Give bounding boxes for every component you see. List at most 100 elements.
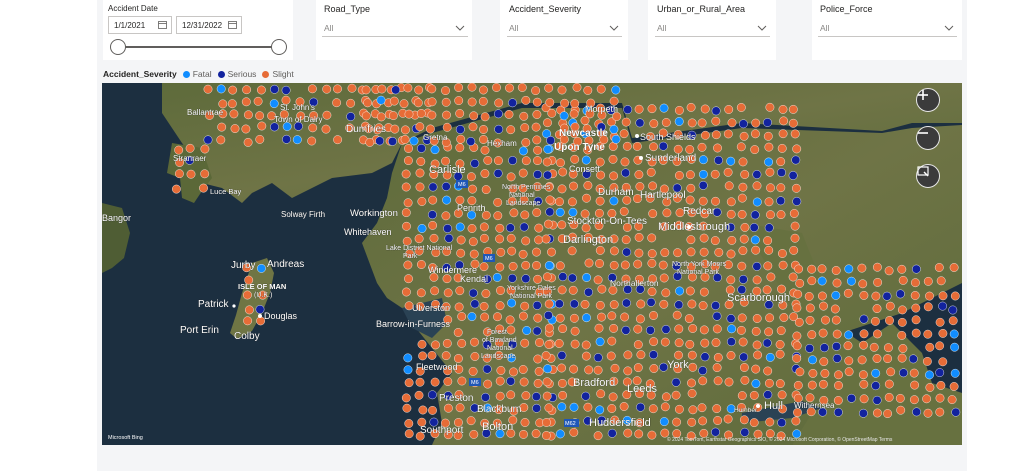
accident-point[interactable] — [609, 323, 618, 333]
accident-point[interactable] — [750, 235, 760, 245]
accident-point[interactable] — [469, 249, 479, 259]
accident-point[interactable] — [466, 137, 476, 146]
accident-point[interactable] — [778, 260, 788, 270]
accident-point[interactable] — [807, 380, 817, 390]
accident-point[interactable] — [281, 85, 291, 95]
accident-point[interactable] — [714, 155, 723, 165]
accident-point[interactable] — [698, 416, 707, 426]
accident-point[interactable] — [580, 299, 590, 309]
accident-point[interactable] — [519, 377, 529, 387]
accident-point[interactable] — [506, 233, 516, 243]
accident-point[interactable] — [872, 354, 882, 363]
accident-point[interactable] — [228, 85, 238, 95]
accident-point[interactable] — [255, 135, 265, 144]
accident-point[interactable] — [557, 351, 567, 360]
accident-point[interactable] — [740, 170, 750, 179]
accident-point[interactable] — [506, 390, 516, 400]
accident-point[interactable] — [509, 208, 519, 218]
accident-point[interactable] — [593, 365, 603, 375]
accident-point[interactable] — [175, 169, 184, 179]
accident-point[interactable] — [872, 395, 882, 405]
map-canvas[interactable]: Ballantrae St. John's Town of Dalry Dumf… — [102, 83, 962, 445]
accident-point[interactable] — [833, 407, 843, 417]
accident-point[interactable] — [480, 112, 490, 122]
accident-point[interactable] — [534, 235, 543, 245]
accident-point[interactable] — [712, 311, 722, 321]
accident-point[interactable] — [687, 378, 696, 388]
accident-point[interactable] — [404, 378, 414, 388]
accident-point[interactable] — [686, 235, 696, 245]
accident-point[interactable] — [712, 324, 722, 334]
accident-point[interactable] — [727, 337, 736, 347]
accident-point[interactable] — [533, 313, 543, 323]
accident-point[interactable] — [581, 351, 591, 361]
accident-point[interactable] — [634, 104, 644, 114]
accident-point[interactable] — [857, 355, 867, 365]
accident-point[interactable] — [361, 85, 371, 95]
accident-point[interactable] — [646, 325, 655, 335]
accident-point[interactable] — [506, 376, 516, 386]
accident-point[interactable] — [738, 274, 748, 284]
accident-point[interactable] — [610, 363, 620, 373]
accident-point[interactable] — [581, 391, 591, 401]
accident-point[interactable] — [805, 303, 815, 313]
accident-point[interactable] — [687, 118, 697, 128]
accident-point[interactable] — [925, 383, 935, 392]
accident-point[interactable] — [750, 145, 760, 154]
accident-point[interactable] — [686, 183, 696, 193]
accident-point[interactable] — [713, 353, 723, 362]
accident-point[interactable] — [241, 124, 251, 134]
accident-point[interactable] — [883, 409, 892, 418]
accident-point[interactable] — [807, 330, 817, 340]
accident-point[interactable] — [762, 338, 772, 348]
accident-point[interactable] — [649, 364, 659, 373]
accident-point[interactable] — [569, 299, 579, 309]
accident-point[interactable] — [518, 168, 528, 178]
accident-point[interactable] — [517, 83, 527, 92]
accident-point[interactable] — [609, 125, 619, 134]
accident-point[interactable] — [738, 337, 748, 347]
accident-point[interactable] — [520, 301, 530, 311]
accident-point[interactable] — [911, 328, 921, 338]
lasso-select-button[interactable] — [916, 164, 940, 188]
accident-point[interactable] — [332, 98, 342, 108]
accident-point[interactable] — [468, 366, 478, 376]
accident-point[interactable] — [427, 97, 437, 107]
legend-serious-label[interactable]: Serious — [228, 69, 257, 79]
accident-point[interactable] — [443, 288, 453, 298]
accident-point[interactable] — [752, 170, 762, 179]
accident-point[interactable] — [808, 368, 818, 378]
accident-point[interactable] — [885, 301, 895, 311]
accident-point[interactable] — [428, 405, 437, 415]
accident-point[interactable] — [521, 274, 531, 284]
accident-point[interactable] — [778, 129, 788, 139]
accident-point[interactable] — [938, 328, 948, 338]
accident-point[interactable] — [532, 97, 542, 107]
accident-point[interactable] — [885, 316, 894, 325]
accident-point[interactable] — [775, 349, 785, 359]
accident-point[interactable] — [375, 136, 385, 146]
accident-point[interactable] — [950, 291, 960, 301]
accident-point[interactable] — [859, 379, 869, 389]
accident-point[interactable] — [519, 429, 528, 439]
accident-point[interactable] — [923, 329, 933, 339]
accident-point[interactable] — [737, 325, 746, 335]
accident-point[interactable] — [795, 367, 805, 377]
accident-point[interactable] — [545, 195, 555, 205]
accident-point[interactable] — [819, 357, 829, 366]
accident-point[interactable] — [766, 272, 776, 282]
accident-point[interactable] — [455, 222, 465, 232]
accident-point[interactable] — [675, 286, 684, 296]
accident-point[interactable] — [543, 310, 553, 320]
accident-point[interactable] — [711, 338, 721, 348]
accident-point[interactable] — [544, 323, 554, 333]
accident-point[interactable] — [442, 110, 451, 120]
accident-point[interactable] — [699, 233, 709, 243]
accident-point[interactable] — [700, 338, 710, 348]
accident-point[interactable] — [660, 248, 670, 258]
accident-point[interactable] — [521, 138, 531, 147]
accident-point[interactable] — [255, 111, 265, 121]
accident-point[interactable] — [790, 221, 800, 231]
accident-point[interactable] — [911, 303, 921, 313]
accident-point[interactable] — [711, 130, 721, 140]
